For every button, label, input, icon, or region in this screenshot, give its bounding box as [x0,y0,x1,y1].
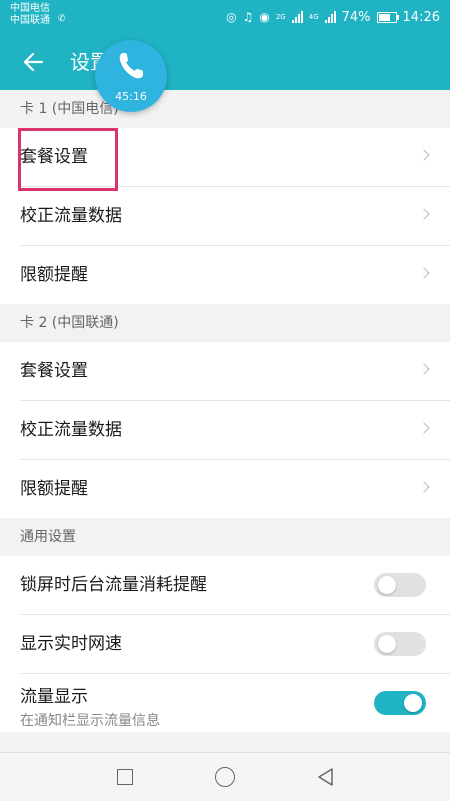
eye-icon: ◉ [259,10,270,24]
home-icon[interactable] [215,767,235,787]
toggle-switch[interactable] [374,573,426,597]
headset-icon: ♫ [242,10,254,24]
section-header: 卡 1 (中国电信) [0,90,450,128]
toggle-knob [378,635,396,653]
phone-icon [119,53,143,79]
status-icons: ◎ ♫ ◉ 2G 4G 74% 14:26 [226,8,440,26]
battery-percent: 74% [341,9,371,25]
call-timer: 45:16 [115,90,147,103]
settings-row[interactable]: 流量显示在通知栏显示流量信息 [20,674,450,732]
arrow-left-icon [23,52,44,72]
signal-icon [291,11,303,23]
toggle-knob [404,694,422,712]
settings-card: 锁屏时后台流量消耗提醒 显示实时网速 流量显示在通知栏显示流量信息 [0,556,450,732]
row-label: 校正流量数据 [20,206,122,226]
hotspot-icon: ◎ [226,10,237,24]
settings-row[interactable]: 套餐设置 [20,342,450,401]
settings-row[interactable]: 校正流量数据 [20,401,450,460]
toggle-switch[interactable] [374,691,426,715]
section-header: 通用设置 [0,518,450,556]
chevron-right-icon [418,208,430,220]
settings-row[interactable]: 显示实时网速 [20,615,450,674]
settings-row[interactable]: 限额提醒 [20,246,450,304]
chevron-right-icon [418,363,430,375]
row-label: 校正流量数据 [20,420,122,440]
toggle-knob [378,576,396,594]
chevron-right-icon [418,422,430,434]
call-bubble[interactable]: 45:16 [95,40,167,112]
recent-apps-icon[interactable] [117,769,133,785]
chevron-right-icon [418,149,430,161]
row-sublabel: 在通知栏显示流量信息 [20,713,160,729]
back-button[interactable] [20,48,48,76]
carrier-1-label: 中国电信 [10,3,50,14]
row-label: 限额提醒 [20,265,88,285]
app-bar: 设置 [0,34,450,90]
highlight-box [18,128,118,191]
call-active-icon: ✆ [58,14,66,24]
chevron-right-icon [418,267,430,279]
settings-row[interactable]: 校正流量数据 [20,187,450,246]
navigation-bar [0,752,450,801]
status-bar: 中国电信 中国联通 ✆ ◎ ♫ ◉ 2G 4G 74% 14:26 [0,0,450,34]
carrier-2-label: 中国联通 [10,15,50,26]
carrier-info: 中国电信 中国联通 ✆ [10,3,66,27]
toggle-switch[interactable] [374,632,426,656]
section-header: 卡 2 (中国联通) [0,304,450,342]
battery-icon [376,11,399,23]
signal-2-label: 4G [308,13,319,21]
signal-1-label: 2G [275,13,286,21]
clock: 14:26 [402,9,440,25]
row-label: 流量显示 [20,687,88,707]
back-icon[interactable] [316,767,334,787]
chevron-right-icon [418,481,430,493]
signal-icon [324,11,336,23]
settings-row[interactable]: 锁屏时后台流量消耗提醒 [20,556,450,615]
settings-card: 套餐设置校正流量数据 限额提醒 [0,342,450,518]
settings-row[interactable]: 限额提醒 [20,460,450,518]
row-label: 套餐设置 [20,361,88,381]
row-label: 锁屏时后台流量消耗提醒 [20,575,207,595]
row-label: 显示实时网速 [20,634,122,654]
row-label: 限额提醒 [20,479,88,499]
